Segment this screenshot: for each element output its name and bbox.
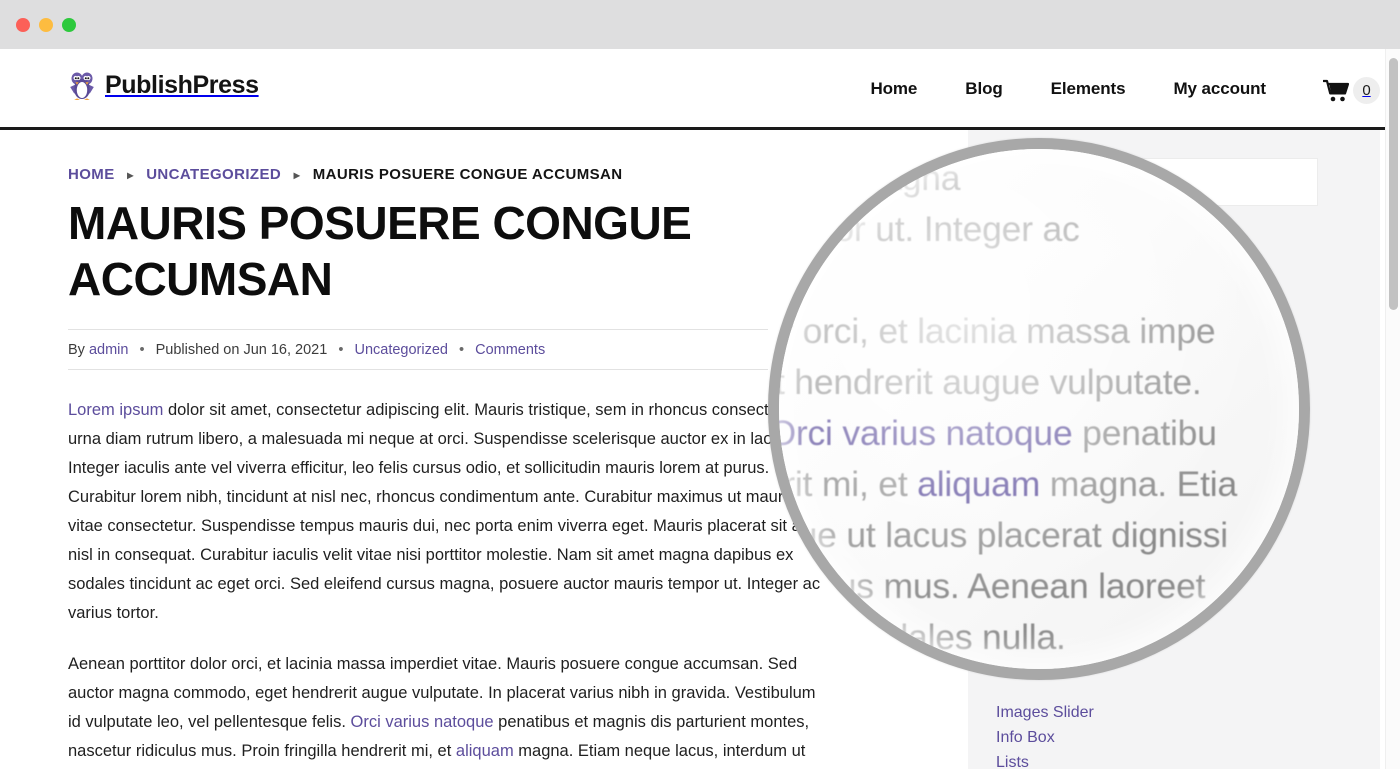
breadcrumb-separator-icon: ▸ bbox=[293, 168, 301, 182]
site-logo-link[interactable]: PublishPress bbox=[68, 70, 259, 100]
sidebar-item-images-slider[interactable]: Images Slider bbox=[996, 700, 1352, 725]
sidebar-item-lists[interactable]: Lists bbox=[996, 750, 1352, 769]
post-meta-comments[interactable]: Comments bbox=[475, 342, 545, 358]
shopping-cart-icon bbox=[1323, 79, 1349, 101]
paragraph-2: Aenean porttitor dolor orci, et lacinia … bbox=[68, 650, 832, 769]
post-meta-author[interactable]: admin bbox=[89, 342, 129, 358]
browser-window: PublishPress Home Blog Elements My accou… bbox=[0, 0, 1400, 769]
nav-item-blog[interactable]: Blog bbox=[941, 79, 1026, 99]
paragraph-1: Lorem ipsum dolor sit amet, consectetur … bbox=[68, 396, 832, 628]
sidebar-item-info-box[interactable]: Info Box bbox=[996, 725, 1352, 750]
post-meta-separator: • bbox=[338, 342, 344, 358]
post-meta-published: Published on Jun 16, 2021 bbox=[155, 342, 328, 358]
nav-item-home[interactable]: Home bbox=[846, 79, 941, 99]
page-scrollbar-thumb[interactable] bbox=[1389, 58, 1398, 310]
cart-count-badge: 0 bbox=[1353, 77, 1380, 104]
breadcrumb: HOME ▸ UNCATEGORIZED ▸ MAURIS POSUERE CO… bbox=[68, 166, 832, 183]
post-meta-category[interactable]: Uncategorized bbox=[354, 342, 448, 358]
nav-item-my-account[interactable]: My account bbox=[1149, 79, 1290, 99]
window-controls bbox=[16, 18, 76, 32]
breadcrumb-item-category[interactable]: UNCATEGORIZED bbox=[146, 166, 281, 183]
inline-link-orci-varius-natoque[interactable]: Orci varius natoque bbox=[351, 713, 494, 731]
page-body: HOME ▸ UNCATEGORIZED ▸ MAURIS POSUERE CO… bbox=[0, 130, 1400, 769]
paragraph-1-text: dolor sit amet, consectetur adipiscing e… bbox=[68, 401, 829, 622]
page-title: MAURIS POSUERE CONGUE ACCUMSAN bbox=[68, 197, 692, 305]
list-item: Info Box bbox=[996, 725, 1352, 750]
browser-titlebar bbox=[0, 0, 1400, 49]
sidebar-widget-spacer bbox=[996, 232, 1352, 700]
breadcrumb-item-current: MAURIS POSUERE CONGUE ACCUMSAN bbox=[312, 166, 623, 183]
list-item: Lists bbox=[996, 750, 1352, 769]
cart-link[interactable]: 0 bbox=[1323, 77, 1380, 104]
inline-link-aliquam[interactable]: aliquam bbox=[456, 742, 514, 760]
maximize-window-button[interactable] bbox=[62, 18, 76, 32]
close-window-button[interactable] bbox=[16, 18, 30, 32]
breadcrumb-item-home[interactable]: HOME bbox=[68, 166, 115, 183]
search-input[interactable] bbox=[996, 158, 1318, 206]
list-item: Images Slider bbox=[996, 700, 1352, 725]
post-content: Lorem ipsum dolor sit amet, consectetur … bbox=[68, 396, 832, 769]
main-content: HOME ▸ UNCATEGORIZED ▸ MAURIS POSUERE CO… bbox=[0, 130, 900, 769]
site-logo-text: PublishPress bbox=[105, 70, 259, 99]
publishpress-bird-logo-icon bbox=[70, 72, 94, 100]
post-meta-by-label: By bbox=[68, 342, 85, 358]
post-meta: By admin • Published on Jun 16, 2021 • U… bbox=[68, 329, 768, 370]
post-meta-separator: • bbox=[459, 342, 465, 358]
inline-link-lorem-ipsum[interactable]: Lorem ipsum bbox=[68, 401, 163, 419]
primary-navigation: Home Blog Elements My account bbox=[846, 79, 1290, 99]
minimize-window-button[interactable] bbox=[39, 18, 53, 32]
post-meta-separator: • bbox=[139, 342, 145, 358]
nav-item-elements[interactable]: Elements bbox=[1027, 79, 1150, 99]
page-viewport: PublishPress Home Blog Elements My accou… bbox=[0, 49, 1400, 769]
site-header: PublishPress Home Blog Elements My accou… bbox=[0, 49, 1400, 130]
breadcrumb-separator-icon: ▸ bbox=[127, 168, 134, 182]
sidebar-elements-list: Images Slider Info Box Lists Login / Reg… bbox=[996, 700, 1352, 769]
sidebar: Images Slider Info Box Lists Login / Reg… bbox=[968, 130, 1380, 769]
page-scrollbar-track[interactable] bbox=[1385, 49, 1400, 769]
